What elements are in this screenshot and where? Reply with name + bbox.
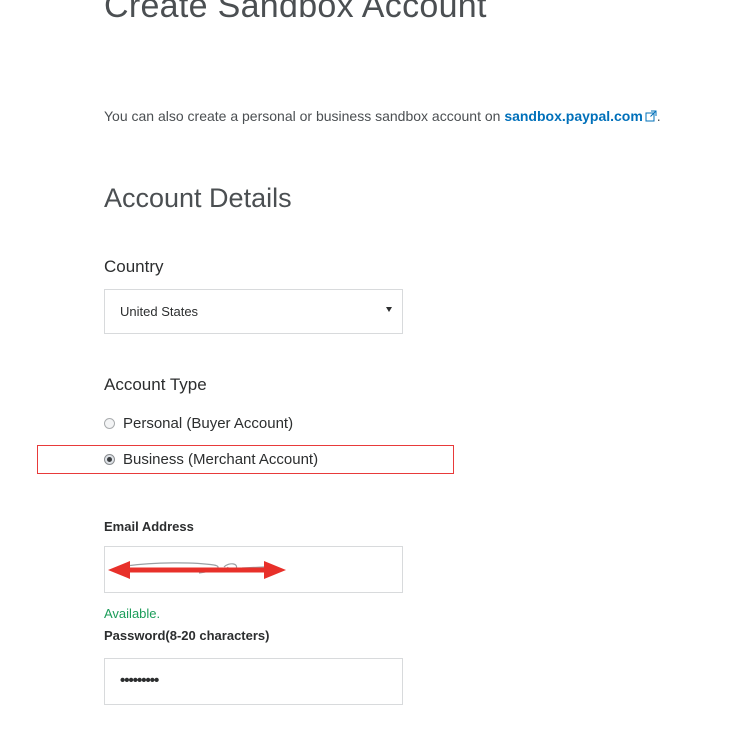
- radio-option-personal[interactable]: Personal (Buyer Account): [104, 413, 293, 433]
- account-type-label: Account Type: [104, 375, 207, 394]
- country-label: Country: [104, 257, 164, 276]
- info-suffix: .: [656, 108, 661, 124]
- personal-radio-label: Personal (Buyer Account): [123, 414, 294, 432]
- password-label: Password(8-20 characters): [104, 628, 270, 643]
- chevron-down-icon: [386, 307, 392, 312]
- password-field[interactable]: •••••••••: [104, 658, 403, 705]
- page-title: Create Sandbox Account: [104, 0, 487, 25]
- external-link-icon[interactable]: [645, 110, 657, 122]
- annotation-highlight-box: [37, 445, 454, 474]
- password-value: •••••••••: [120, 672, 159, 689]
- redaction-arrow: [108, 561, 286, 579]
- personal-radio-button[interactable]: [104, 417, 115, 429]
- country-select[interactable]: United States: [104, 289, 403, 334]
- info-prefix: You can also create a personal or busine…: [104, 108, 505, 124]
- sandbox-info-text: You can also create a personal or busine…: [104, 106, 661, 126]
- email-availability-status: Available.: [104, 606, 161, 621]
- country-selected-value: United States: [120, 304, 199, 319]
- sandbox-paypal-link[interactable]: sandbox.paypal.com: [504, 108, 642, 124]
- email-label: Email Address: [104, 519, 194, 534]
- account-details-heading: Account Details: [104, 183, 292, 213]
